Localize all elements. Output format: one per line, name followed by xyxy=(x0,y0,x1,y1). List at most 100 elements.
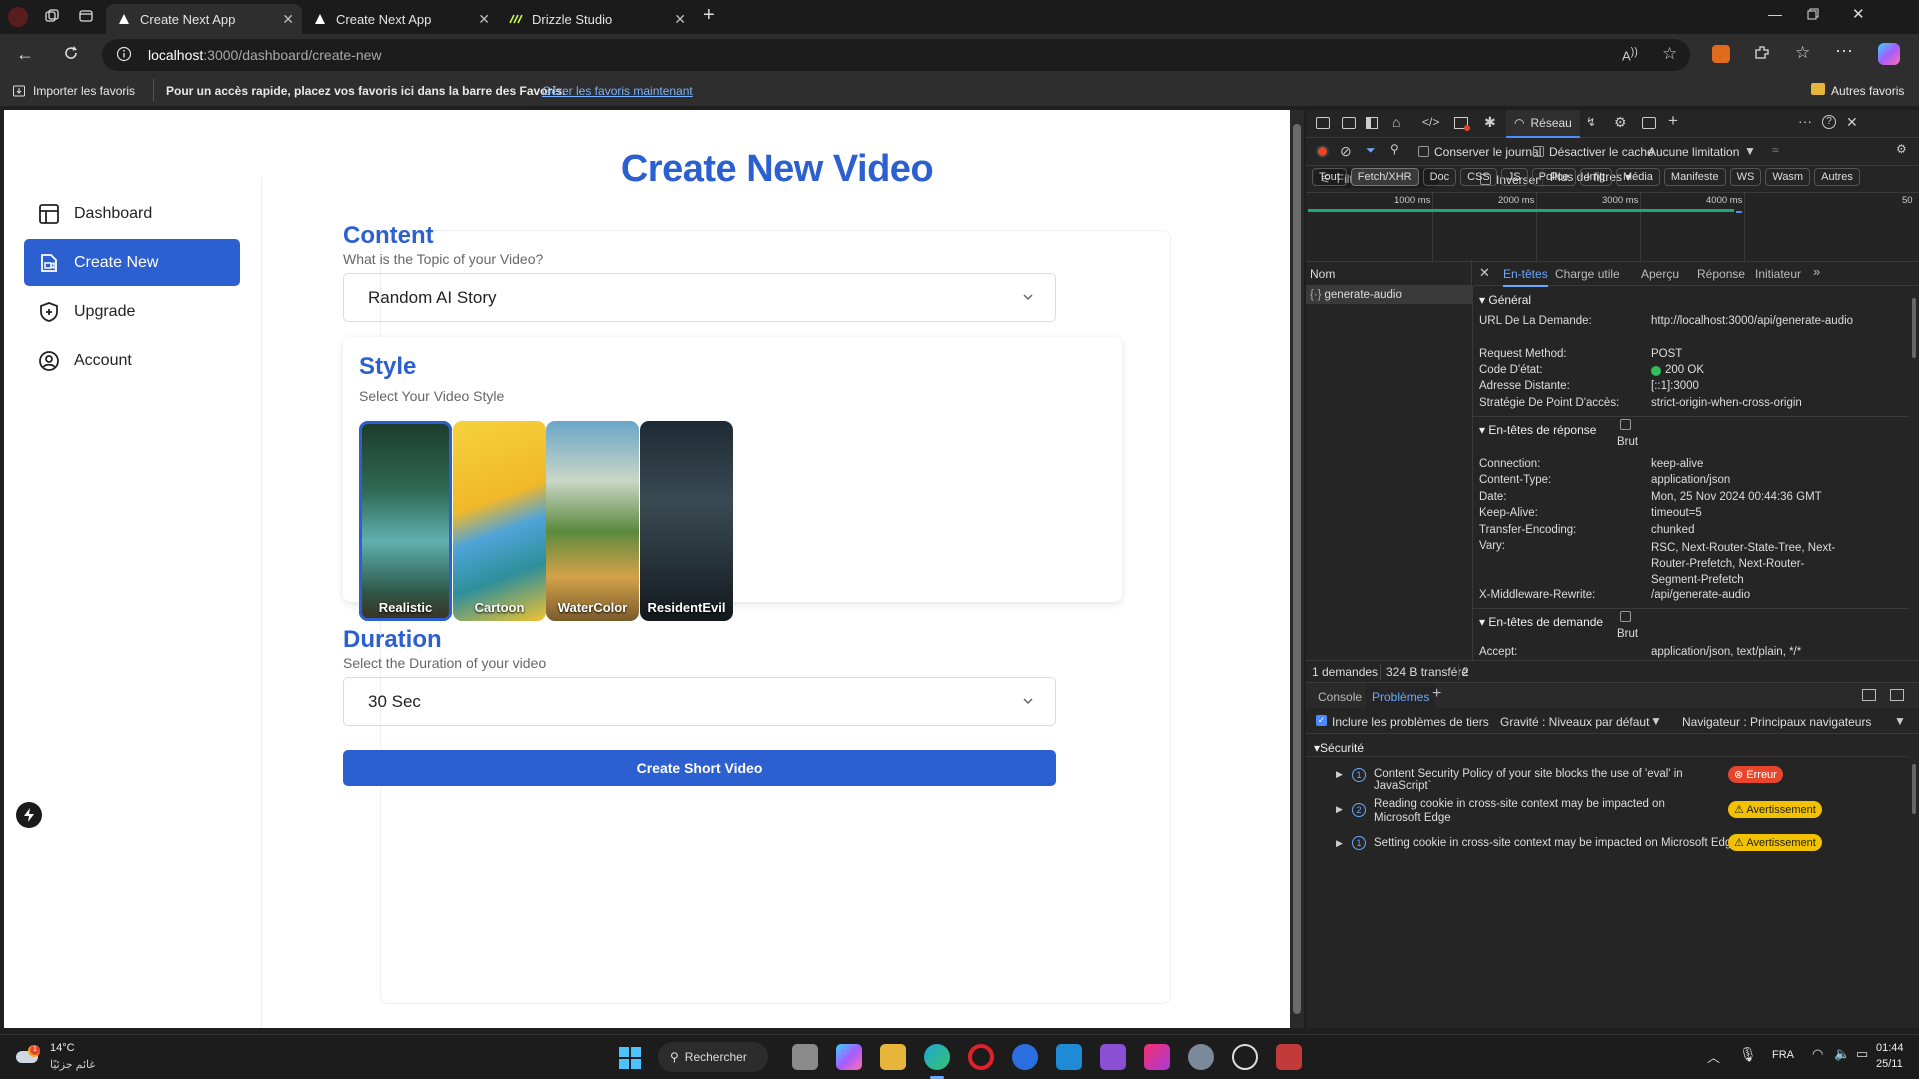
devtools-more-icon[interactable]: ··· xyxy=(1798,113,1812,129)
close-detail-icon[interactable]: ✕ xyxy=(1479,265,1490,281)
scrollbar-thumb[interactable] xyxy=(1912,764,1916,814)
close-devtools-icon[interactable]: ✕ xyxy=(1846,114,1858,131)
network-settings-icon[interactable]: ⚙ xyxy=(1896,142,1907,156)
type-filter-css[interactable]: CSS xyxy=(1460,168,1497,186)
clear-icon[interactable]: ⊘ xyxy=(1340,143,1352,160)
type-filter-all[interactable]: Tout xyxy=(1312,168,1347,186)
workspaces-icon[interactable] xyxy=(44,8,60,24)
record-icon[interactable] xyxy=(1316,145,1329,158)
favorite-star-icon[interactable]: ☆ xyxy=(1662,44,1677,64)
welcome-home-icon[interactable]: ⌂ xyxy=(1392,114,1400,130)
settings-gear-icon[interactable]: ⚙ xyxy=(1614,114,1627,131)
dock-drawer-icon[interactable] xyxy=(1862,689,1876,701)
raw-checkbox[interactable] xyxy=(1620,611,1631,622)
more-menu-icon[interactable]: ··· xyxy=(1835,40,1853,61)
style-option-watercolor[interactable]: WaterColor xyxy=(546,421,639,621)
drawer-tab-issues[interactable]: Problèmes xyxy=(1366,683,1436,709)
type-filter-fetch-xhr[interactable]: Fetch/XHR xyxy=(1350,168,1419,186)
type-filter-js[interactable]: JS xyxy=(1500,168,1528,186)
type-filter-font[interactable]: Police xyxy=(1531,168,1576,186)
show-hidden-icons-chevron-icon[interactable]: ︿ xyxy=(1707,1047,1720,1066)
site-info-icon[interactable] xyxy=(116,46,132,62)
other-favorites[interactable]: Autres favoris xyxy=(1831,84,1904,98)
response-headers-toggle[interactable]: ▾ En-têtes de réponse xyxy=(1479,423,1596,437)
page-scrollbar[interactable] xyxy=(1290,110,1304,1028)
filter-funnel-icon[interactable]: ⏷ xyxy=(1366,143,1376,158)
search-icon[interactable]: ⚲ xyxy=(1390,142,1399,156)
type-filter-media[interactable]: Média xyxy=(1615,168,1660,186)
file-explorer-icon[interactable] xyxy=(880,1044,906,1070)
device-emulation-icon[interactable] xyxy=(1342,117,1356,129)
windows-start-icon[interactable] xyxy=(619,1047,641,1069)
import-favorites-link[interactable]: Importer les favoris xyxy=(33,84,135,98)
tab-preview[interactable]: Aperçu xyxy=(1641,267,1679,281)
media-player-icon[interactable] xyxy=(1232,1044,1258,1070)
extension-metamask-icon[interactable] xyxy=(1712,45,1730,63)
microphone-icon[interactable]: 🎙 xyxy=(1739,1046,1757,1063)
extensions-puzzle-icon[interactable] xyxy=(1753,44,1771,62)
vscode-icon[interactable] xyxy=(1056,1044,1082,1070)
request-headers-toggle[interactable]: ▾ En-têtes de demande xyxy=(1479,615,1603,629)
close-tab-icon[interactable]: ✕ xyxy=(674,11,686,28)
tab-response[interactable]: Réponse xyxy=(1697,267,1745,281)
style-option-cartoon[interactable]: Cartoon xyxy=(453,421,546,621)
sources-bug-icon[interactable]: ✱ xyxy=(1484,114,1496,131)
more-tabs-icon[interactable]: » xyxy=(1813,264,1820,279)
style-option-realistic[interactable]: Realistic xyxy=(359,421,452,621)
wifi-icon[interactable]: ◠ xyxy=(1812,1046,1823,1062)
elements-code-icon[interactable]: </> xyxy=(1422,115,1439,129)
copilot-app-icon[interactable] xyxy=(836,1044,862,1070)
more-tabs-plus-icon[interactable]: + xyxy=(1668,111,1678,131)
name-column-header[interactable]: Nom xyxy=(1306,260,1472,286)
read-aloud-icon[interactable]: A)) xyxy=(1622,46,1638,63)
jetbrains-icon[interactable] xyxy=(1144,1044,1170,1070)
close-window-icon[interactable]: ✕ xyxy=(1852,5,1865,23)
task-view-icon[interactable] xyxy=(792,1044,818,1070)
disable-cache-checkbox[interactable] xyxy=(1533,146,1544,157)
inspect-icon[interactable] xyxy=(1316,117,1330,129)
refresh-icon[interactable] xyxy=(62,44,80,62)
add-drawer-tab-icon[interactable]: + xyxy=(1432,685,1441,703)
issue-row[interactable]: ▶ 1 Content Security Policy of your site… xyxy=(1306,756,1909,792)
back-arrow-icon[interactable]: ← xyxy=(16,44,34,65)
raw-checkbox[interactable] xyxy=(1620,419,1631,430)
style-option-residentevil[interactable]: ResidentEvil xyxy=(640,421,733,621)
tab-actions-icon[interactable] xyxy=(78,8,94,24)
type-filter-ws[interactable]: WS xyxy=(1729,168,1762,186)
sidebar-item-account[interactable]: Account xyxy=(24,337,240,384)
visual-studio-icon[interactable] xyxy=(1100,1044,1126,1070)
app-store-icon[interactable] xyxy=(1012,1044,1038,1070)
duration-select[interactable]: 30 Sec xyxy=(343,677,1056,726)
detail-scrollbar[interactable] xyxy=(1909,286,1919,660)
profile-avatar[interactable] xyxy=(8,7,28,27)
restore-icon[interactable] xyxy=(1806,7,1820,21)
scrollbar-thumb[interactable] xyxy=(1912,298,1916,358)
tab-initiator[interactable]: Initiateur xyxy=(1755,267,1801,281)
clock-time[interactable]: 01:44 xyxy=(1876,1042,1904,1054)
network-timeline-overview[interactable]: 1000 ms 2000 ms 3000 ms 4000 ms 50 xyxy=(1306,192,1919,263)
nextjs-dev-indicator-icon[interactable] xyxy=(16,802,42,828)
tab-payload[interactable]: Charge utile xyxy=(1555,267,1620,281)
tab-network[interactable]: ◠ Réseau xyxy=(1506,110,1580,138)
tab-drizzle-studio[interactable]: Drizzle Studio ✕ xyxy=(498,4,694,34)
opera-icon[interactable] xyxy=(968,1044,994,1070)
tab-headers[interactable]: En-têtes xyxy=(1503,267,1548,287)
minimize-icon[interactable]: — xyxy=(1768,6,1782,22)
copilot-icon[interactable] xyxy=(1878,43,1900,65)
request-row-generate-audio[interactable]: {·} generate-audio xyxy=(1306,286,1472,304)
edge-browser-icon[interactable] xyxy=(924,1044,950,1070)
issues-scrollbar[interactable] xyxy=(1909,734,1919,1028)
application-icon[interactable] xyxy=(1642,117,1656,129)
close-drawer-icon[interactable] xyxy=(1890,689,1904,701)
taskbar-search[interactable]: ⚲ Rechercher xyxy=(658,1042,768,1072)
include-third-party-checkbox[interactable]: ✓ xyxy=(1316,715,1327,726)
scrollbar-thumb[interactable] xyxy=(1293,124,1301,1014)
terminal-app-icon[interactable] xyxy=(1276,1044,1302,1070)
sidebar-item-upgrade[interactable]: Upgrade xyxy=(24,288,240,335)
weather-cloud-icon[interactable]: 1 xyxy=(16,1045,40,1067)
tab-create-next-app-2[interactable]: Create Next App ✕ xyxy=(302,4,498,34)
settings-gear-icon[interactable] xyxy=(1188,1044,1214,1070)
performance-icon[interactable]: ↯ xyxy=(1586,115,1596,129)
severity-select[interactable]: Gravité : Niveaux par défaut xyxy=(1500,715,1649,729)
type-filter-wasm[interactable]: Wasm xyxy=(1765,168,1811,186)
